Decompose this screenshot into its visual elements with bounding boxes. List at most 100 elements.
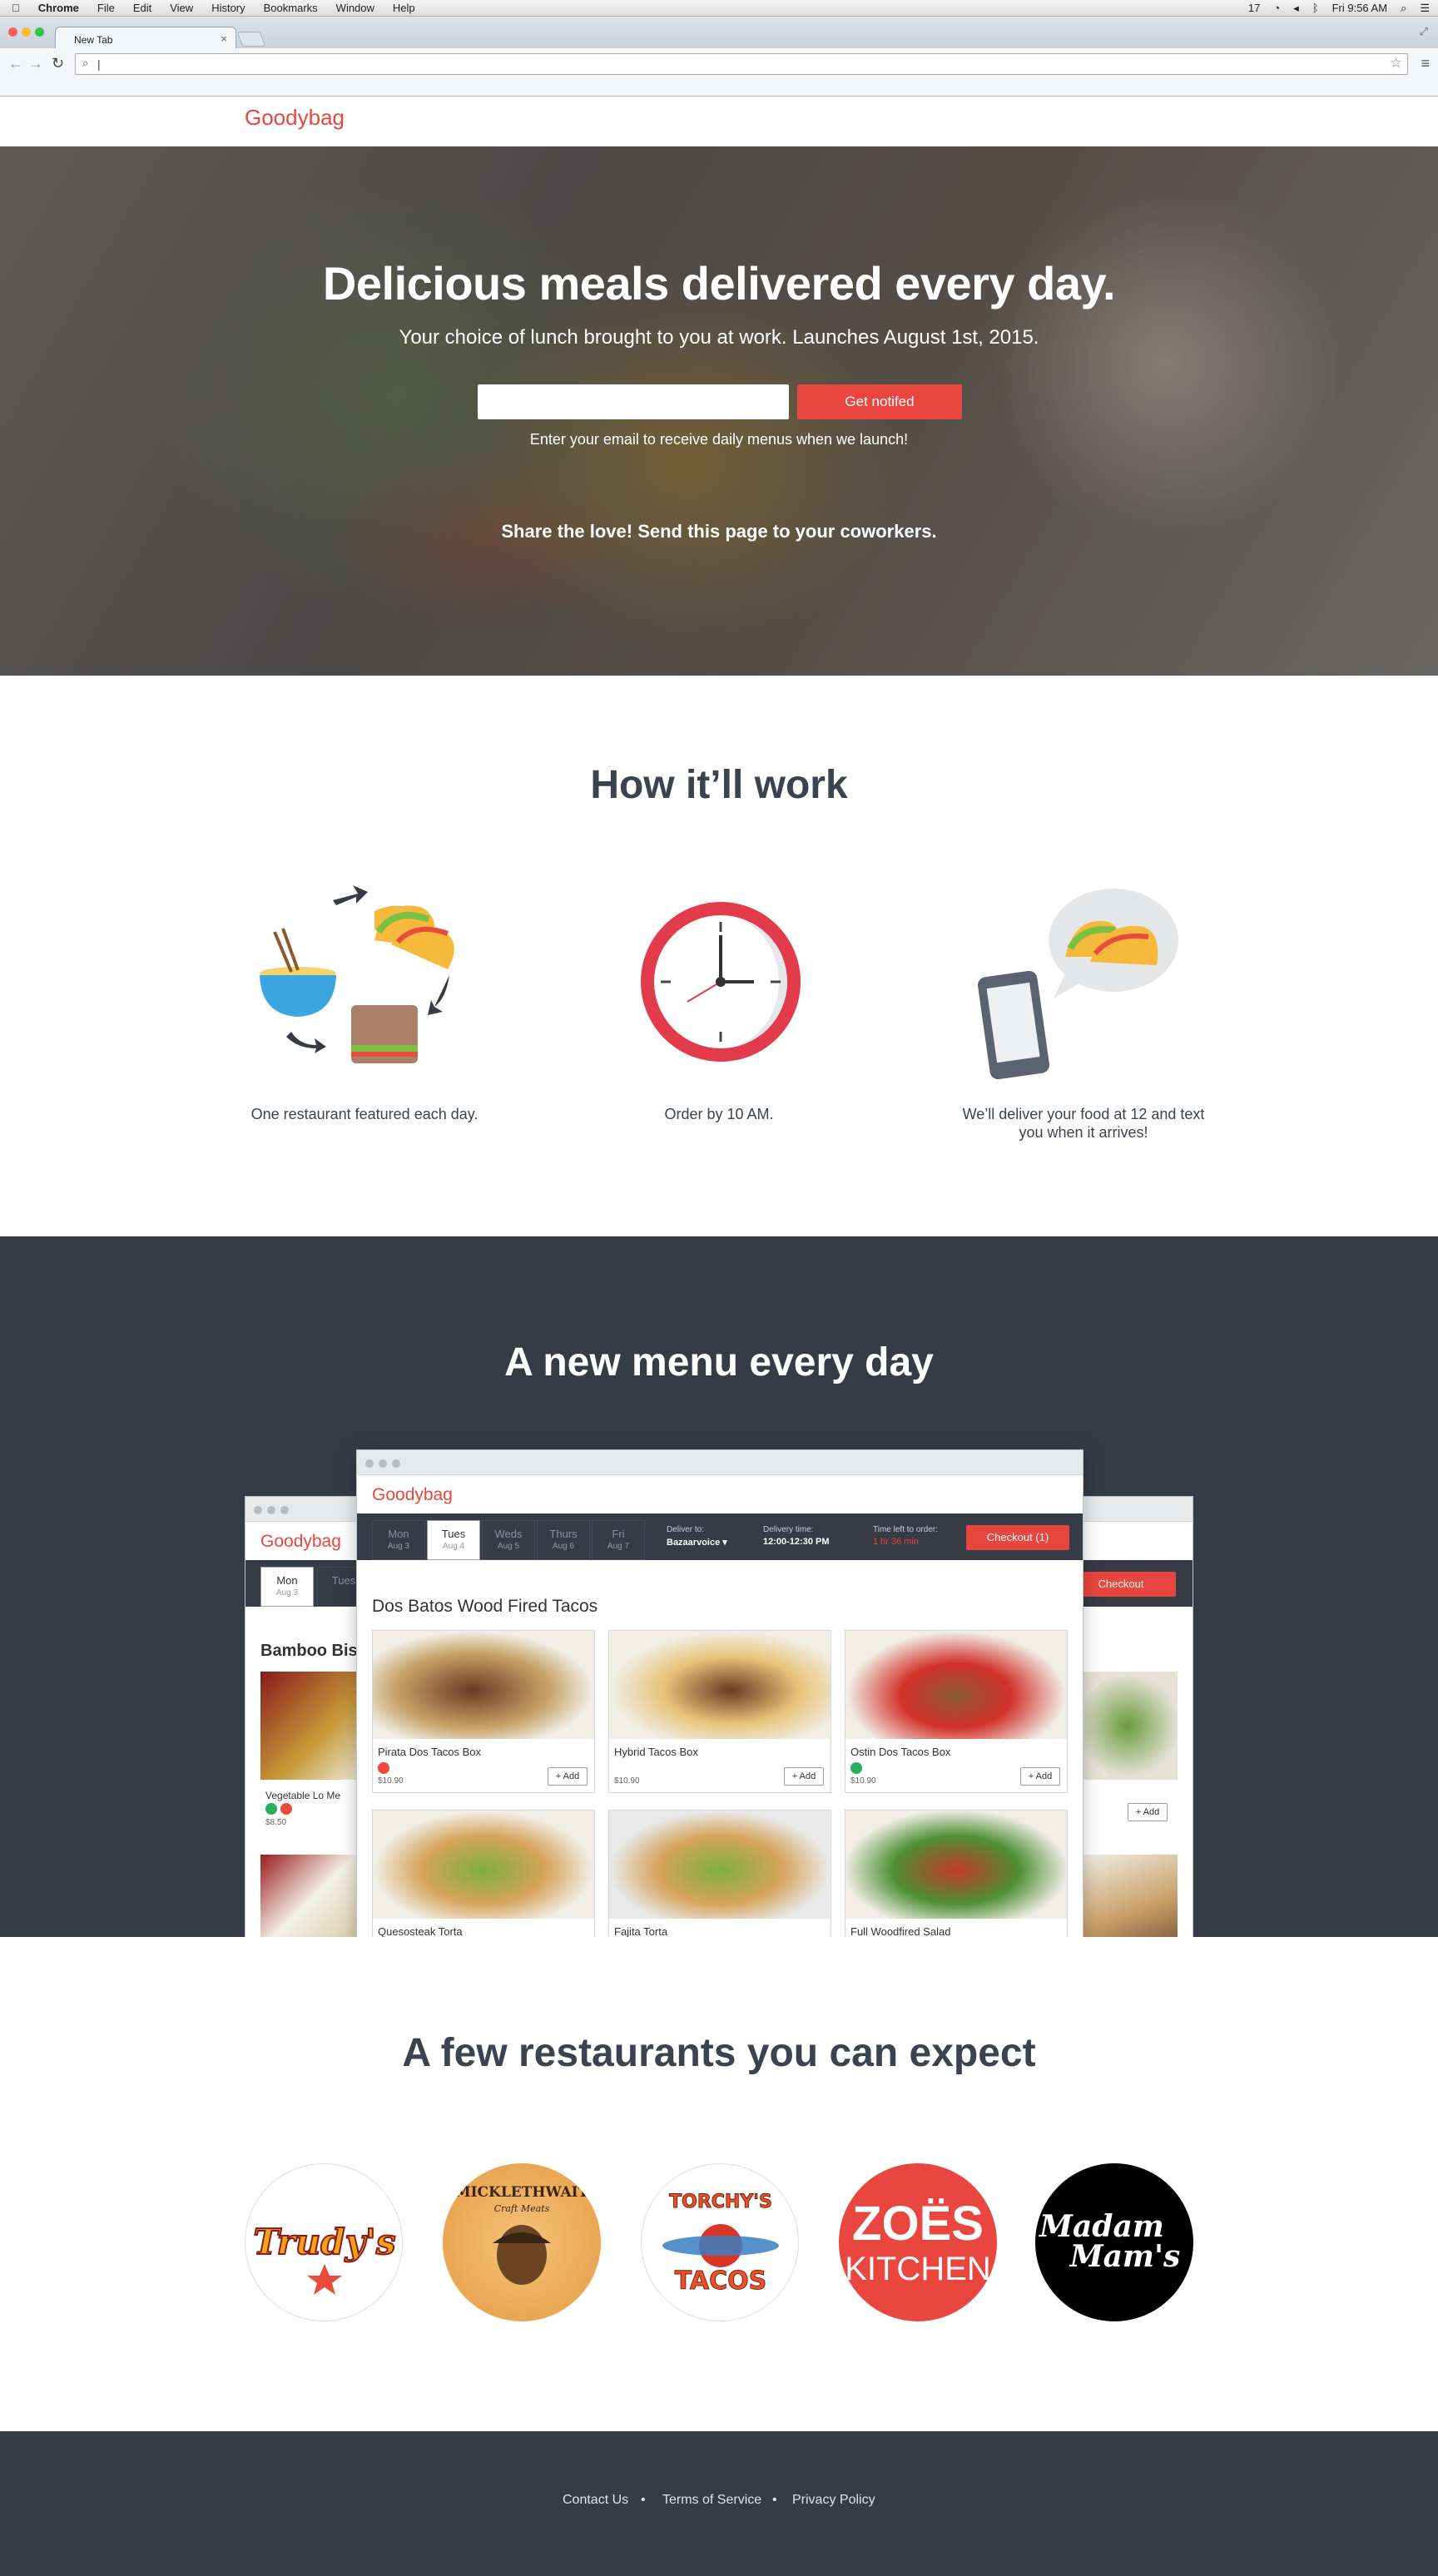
zoom-window-button[interactable]	[35, 27, 44, 37]
address-bar[interactable]: ⌕ | ☆	[75, 53, 1408, 75]
menu-item-card[interactable]: Quesosteak Torta	[372, 1810, 595, 1937]
delivery-time-label: Delivery time:	[763, 1525, 814, 1534]
spotlight-icon[interactable]: ⌕	[1401, 2, 1406, 15]
minimize-window-button[interactable]	[22, 27, 31, 37]
hero-title: Delicious meals delivered every day.	[322, 257, 1116, 310]
menu-history[interactable]: History	[211, 2, 245, 14]
site-logo[interactable]: Goodybag	[245, 105, 345, 131]
menu-item-price: $10.90	[378, 1776, 404, 1786]
menu-item-price: $10.90	[614, 1776, 640, 1786]
torchys-logo[interactable]: TORCHY'S TACOS	[641, 2163, 799, 2321]
notifications-icon[interactable]: ☰	[1420, 2, 1430, 15]
back-restaurant-name: Bamboo Bis	[260, 1642, 358, 1660]
reload-icon[interactable]: ↻	[52, 55, 64, 72]
menu-window[interactable]: Window	[336, 2, 374, 14]
back-logo: Goodybag	[260, 1532, 341, 1551]
menu-item-card[interactable]: Ostin Dos Tacos Box $10.90 + Add	[845, 1630, 1068, 1793]
phone-taco-icon	[978, 889, 1178, 1080]
day-tab-thurs[interactable]: Thurs Aug 6	[537, 1520, 590, 1560]
menu-item-card[interactable]: Full Woodfired Salad	[845, 1810, 1068, 1937]
apple-icon[interactable]: 	[12, 2, 20, 14]
how-title: How it’ll work	[590, 763, 848, 807]
svg-text:Craft Meats: Craft Meats	[494, 2203, 550, 2214]
get-notified-button[interactable]: Get notifed	[797, 384, 962, 419]
back-day-mon[interactable]: Mon Aug 3	[260, 1567, 314, 1607]
forward-icon[interactable]: →	[28, 55, 43, 72]
back-add-button[interactable]: + Add	[1128, 1803, 1168, 1821]
back-right-image	[1078, 1672, 1178, 1780]
svg-text:TACOS: TACOS	[675, 2266, 766, 2296]
menu-view[interactable]: View	[170, 2, 193, 14]
menu-title: A new menu every day	[504, 1340, 934, 1385]
menu-item-image	[845, 1811, 1067, 1919]
restaurants-title: A few restaurants you can expect	[402, 2031, 1036, 2075]
clock-icon	[641, 902, 801, 1062]
svg-text:ZOËS: ZOËS	[852, 2197, 984, 2251]
front-logo: Goodybag	[372, 1485, 453, 1504]
time-left-value: 1 hr 36 min	[873, 1537, 920, 1547]
menu-help[interactable]: Help	[393, 2, 415, 14]
restaurant-name: Dos Batos Wood Fired Tacos	[372, 1597, 598, 1616]
tab-close-icon[interactable]: ×	[221, 32, 227, 45]
menu-bookmarks[interactable]: Bookmarks	[264, 2, 318, 14]
back-day-tues-label: Tues	[331, 1574, 356, 1587]
day-tab-tues[interactable]: Tues Aug 4	[427, 1520, 480, 1560]
food-cycle-icon	[260, 885, 454, 1063]
tab-title: New Tab	[74, 34, 113, 46]
zoes-kitchen-logo[interactable]: ZOËS KITCHEN	[839, 2163, 997, 2321]
bluetooth-icon[interactable]: ᛒ	[1312, 2, 1319, 15]
vegetarian-tag-icon	[265, 1803, 277, 1815]
micklethwait-logo[interactable]: MICKLETHWAIT Craft Meats	[443, 2163, 601, 2321]
day-tab-fri-label: Fri	[612, 1528, 625, 1540]
menu-section: A new menu every day Goodybag Mon Aug 3 …	[0, 1236, 1438, 1937]
checkout-button[interactable]: Checkout (1)	[966, 1525, 1069, 1550]
menu-item-name: Quesosteak Torta	[378, 1925, 463, 1937]
trudys-logo[interactable]: Trudy's	[245, 2163, 403, 2321]
day-tab-mon[interactable]: Mon Aug 3	[372, 1520, 425, 1560]
clock-text[interactable]: Fri 9:56 AM	[1332, 2, 1387, 15]
svg-text:MICKLETHWAIT: MICKLETHWAIT	[455, 2184, 589, 2201]
day-tab-weds[interactable]: Weds Aug 5	[482, 1520, 535, 1560]
menu-file[interactable]: File	[97, 2, 115, 14]
svg-text:KITCHEN: KITCHEN	[845, 2251, 991, 2287]
menu-item-card[interactable]: Hybrid Tacos Box $10.90 + Add	[608, 1630, 831, 1793]
menu-app-name[interactable]: Chrome	[38, 2, 79, 14]
close-window-button[interactable]	[8, 27, 17, 37]
footer-separator: •	[772, 2493, 777, 2507]
bookmark-star-icon[interactable]: ☆	[1390, 55, 1402, 72]
deliver-to-select[interactable]: Bazaarvoice ▾	[667, 1537, 727, 1548]
day-tab-fri[interactable]: Fri Aug 7	[592, 1520, 645, 1560]
madam-mams-logo[interactable]: Madam Mam's	[1035, 2163, 1193, 2321]
fullscreen-icon[interactable]: ⤢	[1420, 25, 1428, 38]
add-item-button[interactable]: + Add	[784, 1767, 824, 1786]
day-tab-weds-date: Aug 5	[497, 1542, 520, 1551]
day-tab-mon-label: Mon	[388, 1528, 409, 1540]
day-tab-mon-date: Aug 3	[387, 1542, 410, 1551]
wifi-icon[interactable]: ◔	[1273, 2, 1280, 15]
step-text-1: One restaurant featured each day.	[250, 1106, 479, 1122]
add-item-button[interactable]: + Add	[1020, 1767, 1060, 1786]
browser-tab-bar: New Tab × ⤢	[0, 17, 1438, 48]
site-header: Goodybag	[0, 97, 1438, 146]
back-right-image-2	[1078, 1855, 1178, 1937]
day-tab-thurs-label: Thurs	[549, 1528, 578, 1540]
front-app-window: Goodybag Mon Aug 3 Tues Aug 4 Weds Aug 5…	[356, 1449, 1083, 1937]
terms-link[interactable]: Terms of Service	[662, 2493, 761, 2508]
chrome-menu-icon[interactable]: ≡	[1421, 55, 1430, 72]
privacy-link[interactable]: Privacy Policy	[792, 2493, 875, 2508]
status-number[interactable]: 17	[1248, 2, 1260, 15]
browser-tab[interactable]: New Tab ×	[55, 27, 236, 48]
contact-us-link[interactable]: Contact Us	[563, 2493, 628, 2508]
volume-icon[interactable]: ◂	[1293, 2, 1299, 15]
new-tab-button[interactable]	[236, 32, 266, 47]
back-day-mon-label: Mon	[276, 1574, 298, 1587]
front-app-nav: Mon Aug 3 Tues Aug 4 Weds Aug 5 Thurs Au…	[357, 1513, 1083, 1560]
email-input[interactable]	[478, 384, 789, 419]
add-item-button[interactable]: + Add	[548, 1767, 588, 1786]
svg-text:Mam's: Mam's	[1069, 2239, 1181, 2274]
menu-item-card[interactable]: Fajita Torta	[608, 1810, 831, 1937]
menu-item-name: Full Woodfired Salad	[850, 1925, 951, 1937]
menu-edit[interactable]: Edit	[133, 2, 151, 14]
back-icon[interactable]: ←	[8, 55, 23, 72]
menu-item-card[interactable]: Pirata Dos Tacos Box $10.90 + Add	[372, 1630, 595, 1793]
